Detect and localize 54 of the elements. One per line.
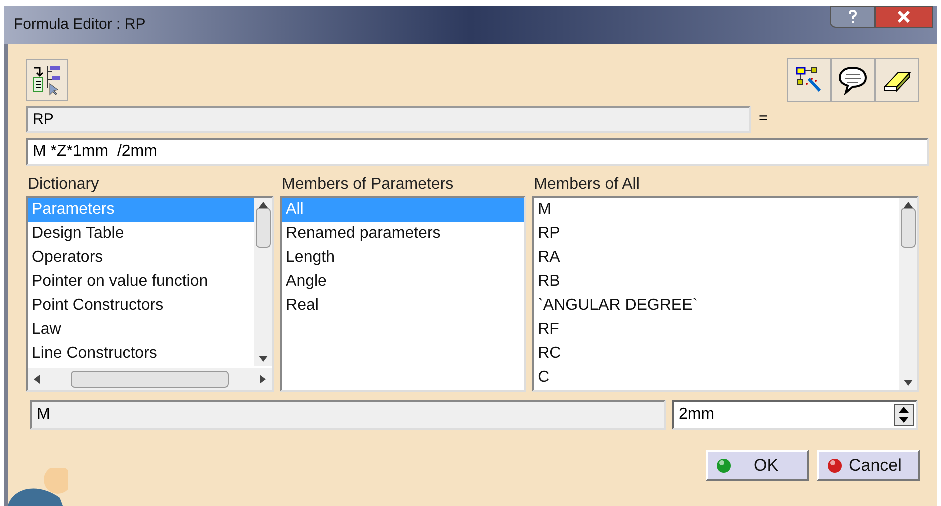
scroll-thumb[interactable] <box>900 208 916 248</box>
list-item[interactable]: RA <box>534 246 899 270</box>
list-item[interactable]: `ANGULAR DEGREE` <box>534 294 899 318</box>
list-item[interactable]: Pointer on value function <box>28 270 254 294</box>
window-title: Formula Editor : RP <box>14 14 146 35</box>
list-item[interactable]: Renamed parameters <box>282 222 524 246</box>
cancel-button[interactable]: Cancel <box>817 450 920 481</box>
list-label: Members of Parameters <box>282 175 455 195</box>
close-icon <box>897 11 911 23</box>
globe-logo <box>8 468 68 506</box>
list-item[interactable]: Operators <box>28 246 254 270</box>
help-button[interactable] <box>830 6 875 28</box>
ok-button[interactable]: OK <box>706 450 809 481</box>
selected-member-field[interactable]: M <box>30 400 666 430</box>
list-item[interactable]: C <box>534 366 899 390</box>
list-item[interactable]: RC <box>534 342 899 366</box>
erase-button[interactable] <box>875 58 919 102</box>
list-item[interactable]: RB <box>534 270 899 294</box>
list-item[interactable]: Point Constructors <box>28 294 254 318</box>
list-label: Dictionary <box>28 175 100 195</box>
measure-button[interactable] <box>787 58 831 102</box>
list-item[interactable]: Law <box>28 318 254 342</box>
list-item[interactable]: Length <box>282 246 524 270</box>
list-item[interactable]: RP <box>534 222 899 246</box>
list-item[interactable]: M <box>534 198 899 222</box>
tree-list-icon <box>32 64 62 96</box>
scroll-left-icon <box>34 374 40 384</box>
scroll-down-icon[interactable] <box>904 380 912 386</box>
list-item[interactable]: RF <box>534 318 899 342</box>
help-icon <box>848 10 858 24</box>
scroll-right-icon <box>260 374 266 384</box>
horizontal-scrollbar[interactable] <box>28 368 272 390</box>
scroll-thumb[interactable] <box>256 208 271 248</box>
node-wand-icon <box>794 65 824 95</box>
close-button[interactable] <box>875 6 933 28</box>
ok-bulb-icon <box>716 458 732 474</box>
list-item[interactable]: Real <box>282 294 524 318</box>
formula-field[interactable]: M *Z*1mm /2mm <box>26 138 929 166</box>
spinner-arrows-icon <box>894 404 914 426</box>
comment-button[interactable] <box>831 58 875 102</box>
list-item[interactable]: Design Table <box>28 222 254 246</box>
vertical-scrollbar[interactable] <box>254 198 272 366</box>
formula-tree-button[interactable] <box>26 59 68 101</box>
speech-bubble-icon <box>838 65 868 95</box>
equals-sign: = <box>759 109 768 130</box>
scroll-thumb[interactable] <box>71 370 230 388</box>
value-spinner[interactable]: 2mm <box>672 400 918 430</box>
list-label: Members of All <box>534 175 641 195</box>
vertical-scrollbar[interactable] <box>899 198 917 390</box>
scroll-down-icon[interactable] <box>258 356 268 362</box>
parameter-name-field[interactable]: RP <box>26 106 751 133</box>
list-item[interactable]: Angle <box>282 270 524 294</box>
cancel-bulb-icon <box>827 458 843 474</box>
list-item[interactable]: Line Constructors <box>28 342 254 366</box>
